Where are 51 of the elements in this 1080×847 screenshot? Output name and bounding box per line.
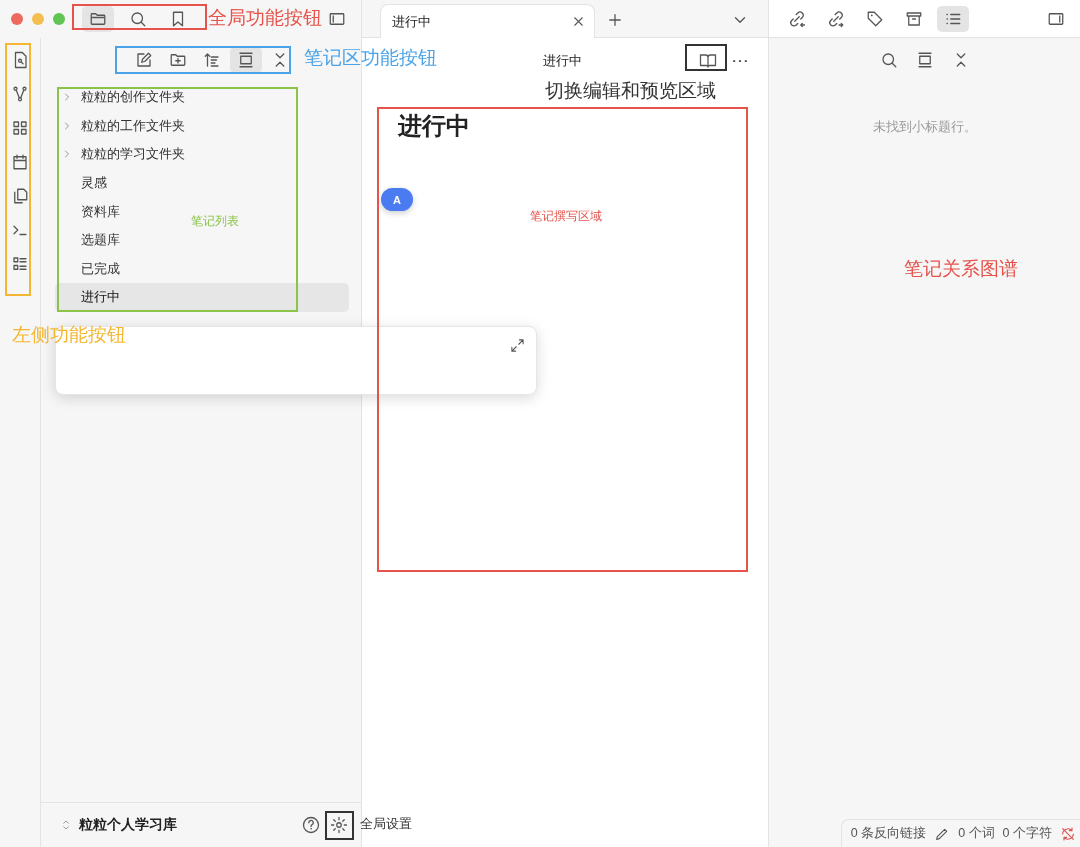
note-item[interactable]: 灵感: [81, 174, 107, 193]
annotation-label: 笔记区功能按钮: [304, 46, 437, 70]
search-icon: [879, 51, 898, 69]
graph-icon: [11, 85, 29, 103]
plus-icon: [606, 11, 624, 29]
note-title: 进行中: [542, 52, 582, 70]
dots-icon: [733, 59, 747, 63]
empty-message: 未找到小标题行。: [872, 119, 977, 136]
window-control[interactable]: [11, 13, 23, 25]
folder-icon: [89, 10, 107, 28]
note-item[interactable]: 资料库: [81, 202, 120, 221]
annotation-label: 笔记列表: [191, 213, 239, 230]
book-icon: [699, 52, 717, 70]
vault-switcher[interactable]: 粒粒个人学习库: [79, 816, 297, 834]
expand-icon: [509, 337, 525, 353]
files-button[interactable]: [82, 6, 114, 32]
folder-item[interactable]: 粒粒的创作文件夹: [81, 88, 185, 107]
grid-icon: [11, 119, 29, 137]
outline-button[interactable]: [937, 5, 969, 32]
annotation-label: 笔记关系图谱: [904, 257, 1018, 281]
calendar-icon: [11, 153, 29, 171]
settings-icon: [330, 816, 348, 834]
sort-icon: [203, 51, 221, 69]
archive-icon: [905, 9, 923, 28]
edit-icon: [135, 51, 153, 69]
annotation-label: 左侧功能按钮: [12, 323, 126, 347]
editor-tab[interactable]: 进行中: [380, 4, 595, 38]
annotation-label: 全局设置: [360, 815, 412, 833]
copy-icon: [11, 187, 29, 205]
note-item[interactable]: 选题库: [81, 231, 120, 250]
search-icon: [129, 10, 147, 28]
link-icon: [788, 9, 806, 28]
note-item[interactable]: 进行中: [81, 288, 120, 307]
folder-item[interactable]: 粒粒的工作文件夹: [81, 116, 185, 135]
annotation-label: 全局功能按钮: [208, 6, 322, 30]
link-icon: [827, 9, 845, 28]
folder-item[interactable]: 粒粒的学习文件夹: [81, 145, 185, 164]
character-count: 0 个字符: [1002, 825, 1052, 842]
annotation-label: 笔记撰写区域: [530, 208, 602, 225]
list-icon: [11, 255, 29, 273]
sidebar-icon: [328, 10, 346, 28]
sync-icon: [1060, 825, 1076, 842]
folder-plus-icon: [169, 51, 187, 69]
annotation-label: 切换编辑和预览区域: [545, 79, 716, 103]
help-icon: [302, 816, 320, 834]
note-item[interactable]: 已完成: [81, 259, 120, 278]
tag-icon: [866, 9, 884, 28]
close-icon: [571, 14, 586, 29]
backlink-count[interactable]: 0 条反向链接: [850, 825, 927, 842]
note-heading: 进行中: [398, 111, 471, 141]
word-count: 0 个词: [958, 825, 995, 842]
